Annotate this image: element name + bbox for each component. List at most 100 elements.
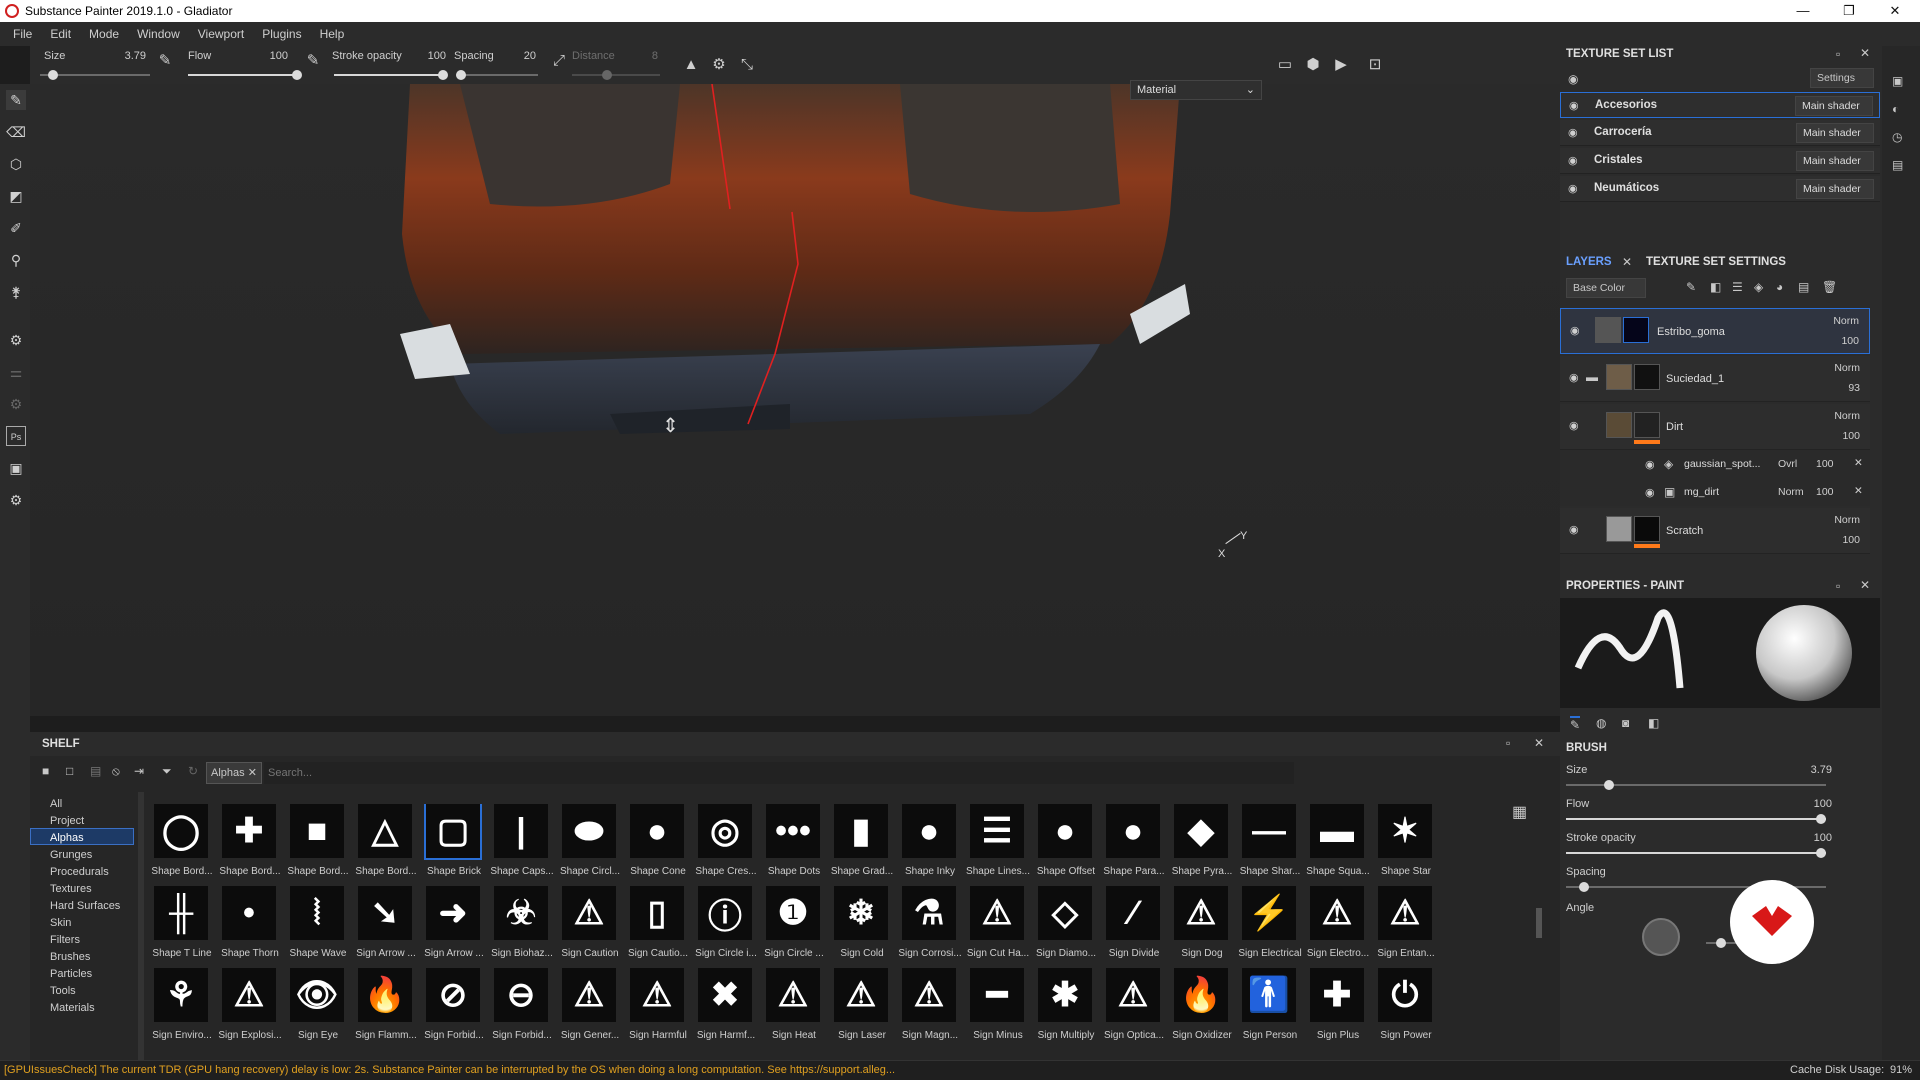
- eye-icon[interactable]: ◉: [1569, 99, 1583, 113]
- effect-opacity[interactable]: 100: [1816, 458, 1834, 470]
- mask-effect-row[interactable]: ◉ ◈ gaussian_spot... Ovrl 100 ✕: [1560, 450, 1870, 478]
- bake-icon[interactable]: ⚙: [6, 330, 26, 350]
- alpha-item[interactable]: ✚ Sign Plus: [1304, 968, 1366, 1050]
- effect-blend-dropdown[interactable]: Ovrl: [1778, 458, 1797, 470]
- alpha-item[interactable]: 🔥 Sign Flamm...: [352, 968, 417, 1050]
- alpha-item[interactable]: ▮ Shape Grad...: [828, 804, 893, 886]
- category-brushes[interactable]: Brushes: [50, 951, 90, 963]
- ruler-icon[interactable]: ⚌: [6, 362, 26, 382]
- category-procedurals[interactable]: Procedurals: [50, 866, 109, 878]
- smudge-icon[interactable]: ✐: [6, 218, 26, 238]
- stencil-tab-icon[interactable]: ◙: [1622, 716, 1629, 730]
- menu-file[interactable]: File: [13, 27, 32, 41]
- texture-set-list-icon[interactable]: ▣: [1892, 74, 1903, 88]
- menu-plugins[interactable]: Plugins: [262, 27, 301, 41]
- pen-pressure-icon[interactable]: ✎: [154, 50, 176, 72]
- alpha-item[interactable]: ☰ Shape Lines...: [964, 804, 1030, 886]
- minimize-button[interactable]: —: [1780, 0, 1826, 22]
- layer-opacity[interactable]: 100: [1841, 335, 1859, 347]
- tsl-close-icon[interactable]: ✕: [1860, 46, 1870, 60]
- alpha-item[interactable]: ➘ Sign Arrow ...: [352, 886, 416, 968]
- category-all[interactable]: All: [50, 798, 62, 810]
- alpha-item[interactable]: ▬ Shape Squa...: [1304, 804, 1370, 886]
- alpha-item[interactable]: ❶ Sign Circle ...: [760, 886, 824, 968]
- camera-view-icon[interactable]: ▭: [1274, 54, 1296, 76]
- close-button[interactable]: ✕: [1872, 0, 1918, 22]
- alpha-item[interactable]: ⚠ Sign Heat: [760, 968, 822, 1050]
- alpha-item[interactable]: ▯ Sign Cautio...: [624, 886, 688, 968]
- tab-texture-set-settings[interactable]: TEXTURE SET SETTINGS: [1646, 256, 1786, 268]
- alpha-item[interactable]: ✚ Shape Bord...: [216, 804, 281, 886]
- video-icon[interactable]: ▶: [1330, 54, 1352, 76]
- texture-set-row[interactable]: ◉ Accesorios Main shader: [1560, 92, 1880, 118]
- alpha-item[interactable]: ● Shape Cone: [624, 804, 686, 886]
- alpha-item[interactable]: ⚠ Sign Laser: [828, 968, 890, 1050]
- texture-set-row[interactable]: ◉ Cristales Main shader: [1560, 148, 1880, 174]
- plugin-icon[interactable]: ▣: [6, 458, 26, 478]
- grid-view-icon[interactable]: ▦: [1512, 802, 1527, 822]
- display-mode-dropdown[interactable]: Material ⌄: [1130, 80, 1262, 100]
- layer-opacity[interactable]: 100: [1842, 534, 1860, 546]
- alpha-item[interactable]: ⚠ Sign Electro...: [1304, 886, 1369, 968]
- alpha-item[interactable]: ⚗ Sign Corrosi...: [896, 886, 962, 968]
- brush-tab-icon[interactable]: ✎: [1570, 716, 1581, 732]
- brush-flow-slider[interactable]: [1566, 818, 1826, 820]
- blend-mode-dropdown[interactable]: Norm: [1834, 514, 1860, 526]
- alpha-item[interactable]: ▢ Shape Brick: [420, 804, 482, 886]
- tab-layers[interactable]: LAYERS: [1566, 256, 1612, 268]
- display-mode-icon[interactable]: ⬢: [1302, 54, 1324, 76]
- layer-row[interactable]: ◉ Dirt Norm 100: [1560, 404, 1870, 450]
- tab-layers-close-icon[interactable]: ✕: [1622, 255, 1632, 269]
- toolbar-size-knob[interactable]: [48, 70, 58, 80]
- alpha-item[interactable]: ⊘ Sign Forbid...: [420, 968, 484, 1050]
- categories-scrollbar[interactable]: [138, 792, 144, 1060]
- shader-dropdown[interactable]: Main shader: [1796, 123, 1874, 143]
- alpha-item[interactable]: ❄ Sign Cold: [828, 886, 890, 968]
- alpha-item[interactable]: | Shape Caps...: [488, 804, 554, 886]
- category-project[interactable]: Project: [50, 815, 84, 827]
- alpha-item[interactable]: ☣ Sign Biohaz...: [488, 886, 553, 968]
- screenshot-icon[interactable]: ⊡: [1364, 54, 1386, 76]
- brush-spacing-knob[interactable]: [1578, 882, 1589, 892]
- layer-row[interactable]: ◉ Estribo_goma Norm 100: [1560, 308, 1870, 354]
- alpha-item[interactable]: ◎ Shape Cres...: [692, 804, 757, 886]
- lazy-mouse-icon[interactable]: ⤢: [548, 50, 570, 72]
- hide-icon[interactable]: ⦸: [112, 764, 120, 779]
- shader-dropdown[interactable]: Main shader: [1795, 96, 1873, 116]
- transform-icon[interactable]: ⤡: [736, 54, 758, 76]
- save-icon[interactable]: ▤: [90, 764, 101, 778]
- alpha-item[interactable]: ⚠ Sign Gener...: [556, 968, 619, 1050]
- alpha-item[interactable]: ⚠ Sign Dog: [1168, 886, 1230, 968]
- brush-size-value[interactable]: 3.79: [1811, 764, 1832, 776]
- remove-effect-icon[interactable]: ✕: [1854, 457, 1863, 469]
- alpha-item[interactable]: ⬬ Shape Circl...: [556, 804, 620, 886]
- alpha-item[interactable]: ⚠ Sign Harmful: [624, 968, 687, 1050]
- menu-mode[interactable]: Mode: [89, 27, 119, 41]
- eye-icon[interactable]: ◉: [1570, 324, 1580, 337]
- filter-tag-close-icon[interactable]: ✕: [248, 763, 257, 783]
- channel-dropdown[interactable]: Base Color: [1566, 278, 1646, 298]
- alpha-item[interactable]: ⚠ Sign Explosi...: [216, 968, 282, 1050]
- alpha-item[interactable]: ∕ Sign Divide: [1100, 886, 1162, 968]
- alpha-item[interactable]: ⚠ Sign Magn...: [896, 968, 958, 1050]
- tsl-visibility-icon[interactable]: ◉: [1568, 72, 1578, 86]
- layer-opacity[interactable]: 100: [1842, 430, 1860, 442]
- log-icon[interactable]: ▤: [1892, 158, 1903, 172]
- alpha-item[interactable]: 👁 Sign Eye: [284, 968, 346, 1050]
- brush-flow-knob[interactable]: [1816, 814, 1826, 824]
- eye-icon[interactable]: ◉: [1645, 486, 1655, 499]
- tsl-settings-dropdown[interactable]: Settings: [1810, 68, 1874, 88]
- alpha-item[interactable]: ◯ Shape Bord...: [148, 804, 213, 886]
- brush-size-knob[interactable]: [1603, 780, 1614, 790]
- effect-blend-dropdown[interactable]: Norm: [1778, 486, 1804, 498]
- eye-icon[interactable]: ◉: [1568, 182, 1582, 196]
- alpha-item[interactable]: ✱ Sign Multiply: [1032, 968, 1094, 1050]
- add-layer-icon[interactable]: ☰: [1732, 280, 1743, 294]
- tsl-undock-icon[interactable]: ▫: [1836, 47, 1840, 61]
- menu-edit[interactable]: Edit: [50, 27, 71, 41]
- brush-stroke-opacity-value[interactable]: 100: [1814, 832, 1832, 844]
- alpha-item[interactable]: ⚠ Sign Caution: [556, 886, 619, 968]
- alpha-item[interactable]: ••• Shape Dots: [760, 804, 822, 886]
- alpha-item[interactable]: 🔥 Sign Oxidizer: [1168, 968, 1232, 1050]
- blend-mode-dropdown[interactable]: Norm: [1833, 315, 1859, 327]
